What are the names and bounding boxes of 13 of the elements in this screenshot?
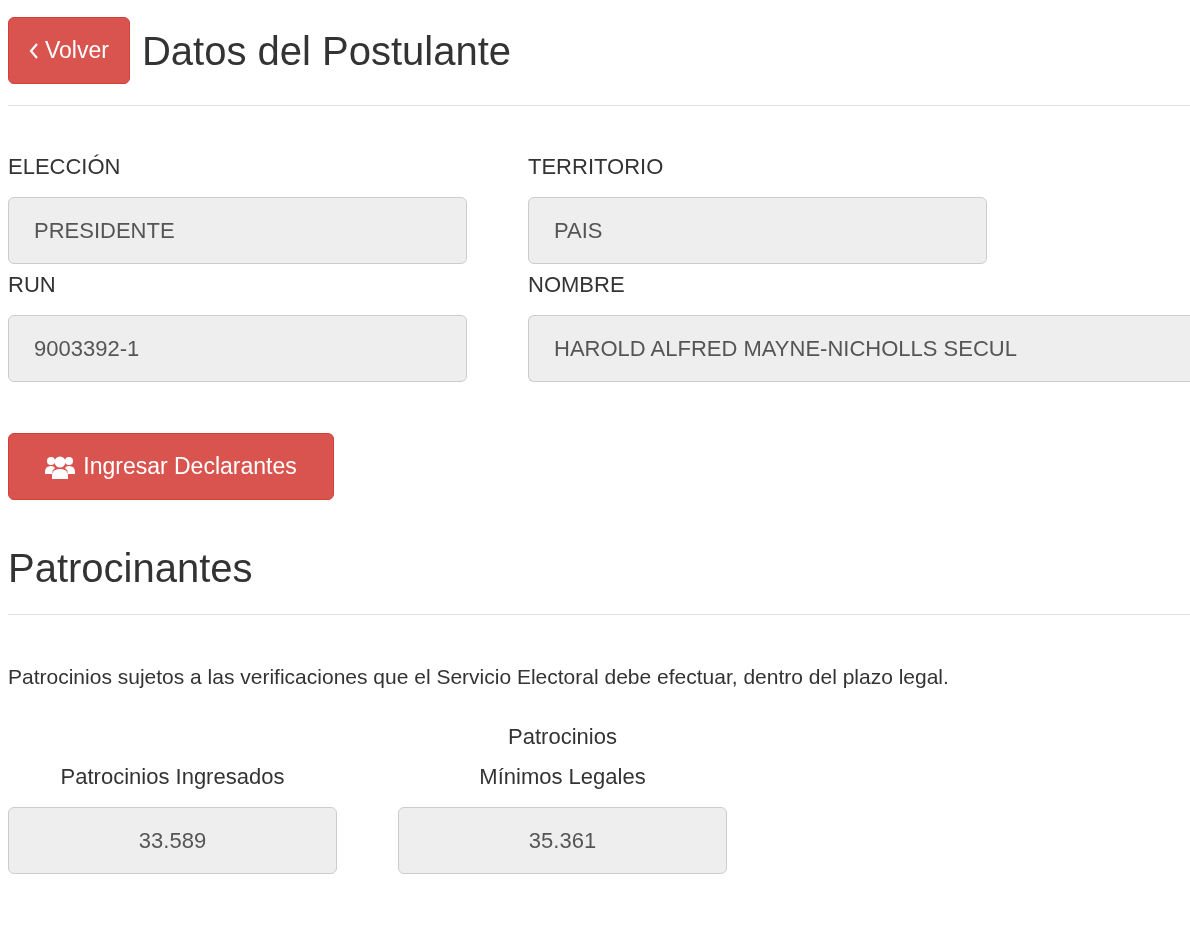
back-button[interactable]: Volver: [8, 17, 130, 84]
field-label: TERRITORIO: [528, 153, 665, 181]
page-title: Datos del Postulante: [141, 27, 512, 75]
field-label: RUN: [8, 271, 57, 299]
field-label: NOMBRE: [528, 271, 626, 299]
section-title: Patrocinantes: [8, 545, 254, 592]
add-declarants-button[interactable]: Ingresar Declarantes: [8, 433, 334, 500]
section-description: Patrocinios sujetos a las verificaciones que el Servicio Electoral debe efectuar, dentro del plazo legal.: [8, 664, 950, 690]
chevron-left-icon: [29, 42, 39, 59]
field-label: ELECCIÓN: [8, 153, 122, 181]
users-icon: [45, 454, 76, 479]
stat-label: Patrocinios Mínimos Legales: [478, 723, 647, 791]
stat-label: Patrocinios Ingresados: [60, 763, 285, 791]
